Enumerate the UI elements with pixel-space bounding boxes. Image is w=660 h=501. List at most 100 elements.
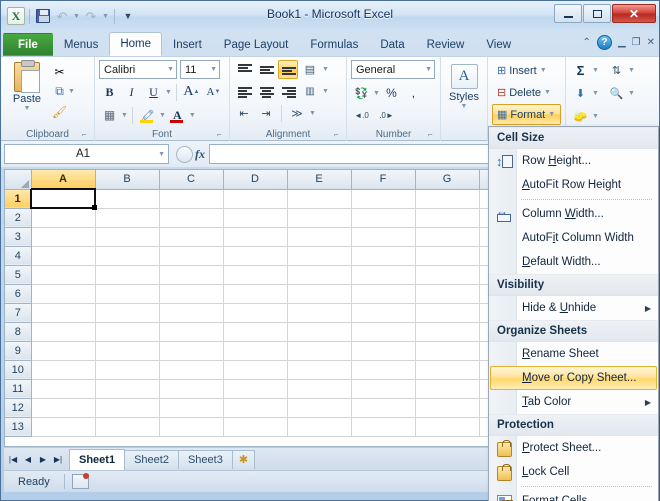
sheet-tab-sheet2[interactable]: Sheet2 — [124, 449, 179, 469]
menu-item-lock-cell[interactable]: Lock Cell — [489, 460, 658, 484]
tab-file[interactable]: File — [3, 33, 53, 56]
font-name-combo[interactable]: Calibri ▼ — [99, 60, 177, 79]
cell-D4[interactable] — [223, 246, 288, 266]
borders-dropdown-icon[interactable]: ▼ — [121, 112, 128, 119]
cell-D13[interactable] — [223, 417, 288, 437]
cell-A1[interactable] — [30, 188, 98, 211]
fill-icon[interactable]: ⬇ — [570, 83, 591, 103]
italic-button[interactable]: I — [121, 82, 142, 102]
cell-B4[interactable] — [95, 246, 160, 266]
font-color-dropdown-icon[interactable]: ▼ — [189, 112, 196, 119]
column-header-a[interactable]: A — [31, 170, 96, 190]
last-sheet-icon[interactable]: ▶| — [51, 451, 65, 467]
menu-item-rename-sheet[interactable]: Rename Sheet — [489, 342, 658, 366]
cell-A11[interactable] — [31, 379, 96, 399]
cell-G10[interactable] — [415, 360, 480, 380]
wrap-text-icon[interactable]: ≫ — [287, 104, 307, 123]
number-format-combo[interactable]: General ▼ — [351, 60, 435, 79]
orientation-icon[interactable]: ▤ — [300, 60, 320, 79]
help-icon[interactable]: ? — [596, 35, 612, 50]
styles-dropdown-icon[interactable]: ▼ — [461, 103, 468, 110]
doc-close-icon[interactable]: ✕ — [647, 37, 655, 48]
cell-B9[interactable] — [95, 341, 160, 361]
accounting-number-format-icon[interactable]: 💱 — [351, 83, 372, 103]
cell-E2[interactable] — [287, 208, 352, 228]
cell-G13[interactable] — [415, 417, 480, 437]
cell-A13[interactable] — [31, 417, 96, 437]
menu-item-protect-sheet[interactable]: Protect Sheet... — [489, 436, 658, 460]
menu-item-autofit-column-width[interactable]: AutoFit Column Width — [489, 226, 658, 250]
cell-A6[interactable] — [31, 284, 96, 304]
cell-D9[interactable] — [223, 341, 288, 361]
column-header-f[interactable]: F — [351, 170, 416, 190]
cell-B10[interactable] — [95, 360, 160, 380]
middle-align-icon[interactable] — [256, 60, 276, 79]
fill-dropdown-icon[interactable]: ▼ — [592, 90, 599, 97]
doc-restore-icon[interactable]: ❐ — [632, 37, 641, 48]
cut-icon[interactable]: ✂ — [51, 63, 68, 80]
number-format-dropdown-icon[interactable]: ▼ — [425, 66, 432, 73]
decrease-decimal-icon[interactable]: .0► — [376, 105, 397, 125]
merge-and-center-icon[interactable]: ▥ — [300, 82, 320, 101]
tab-data[interactable]: Data — [369, 34, 415, 56]
row-header-11[interactable]: 11 — [5, 379, 32, 399]
minimize-ribbon-icon[interactable]: ⌃ — [583, 37, 591, 48]
fill-color-icon[interactable]: 🖍 — [137, 105, 158, 125]
row-header-5[interactable]: 5 — [5, 265, 32, 285]
cell-D1[interactable] — [223, 189, 288, 209]
cell-D10[interactable] — [223, 360, 288, 380]
next-sheet-icon[interactable]: ▶ — [36, 451, 50, 467]
cell-G12[interactable] — [415, 398, 480, 418]
bold-button[interactable]: B — [99, 82, 120, 102]
sheet-tab-sheet1[interactable]: Sheet1 — [69, 448, 126, 470]
top-align-icon[interactable] — [234, 60, 254, 79]
cell-C9[interactable] — [159, 341, 224, 361]
cell-B11[interactable] — [95, 379, 160, 399]
cell-E13[interactable] — [287, 417, 352, 437]
font-color-icon[interactable]: A — [167, 105, 188, 125]
font-dialog-launcher[interactable]: ⌐ — [217, 130, 226, 139]
format-painter-icon[interactable]: 🖌 — [51, 103, 68, 120]
cell-E9[interactable] — [287, 341, 352, 361]
autosum-dropdown-icon[interactable]: ▼ — [592, 67, 599, 74]
percent-style-icon[interactable]: % — [381, 83, 402, 103]
menu-item-row-height[interactable]: ↕ Row Height... — [489, 149, 658, 173]
menu-item-format-cells[interactable]: Format Cells... — [489, 489, 658, 501]
menu-item-move-or-copy-sheet[interactable]: Move or Copy Sheet... — [490, 366, 657, 390]
insert-cells-button[interactable]: ⊞ Insert ▼ — [492, 60, 561, 81]
clear-icon[interactable]: 🧽 — [570, 106, 591, 126]
bottom-align-icon[interactable] — [278, 60, 298, 79]
cell-F6[interactable] — [351, 284, 416, 304]
cell-B5[interactable] — [95, 265, 160, 285]
grow-font-icon[interactable]: A ▲ — [181, 82, 202, 102]
cell-C6[interactable] — [159, 284, 224, 304]
column-header-b[interactable]: B — [95, 170, 160, 190]
cell-B3[interactable] — [95, 227, 160, 247]
first-sheet-icon[interactable]: |◀ — [6, 451, 20, 467]
alignment-dialog-launcher[interactable]: ⌐ — [334, 130, 343, 139]
row-header-1[interactable]: 1 — [5, 189, 32, 209]
doc-minimize-icon[interactable]: ▁ — [618, 37, 626, 48]
menu-item-tab-color[interactable]: Tab Color ▶ — [489, 390, 658, 414]
align-right-icon[interactable] — [278, 82, 298, 101]
name-box[interactable]: A1 ▼ — [4, 144, 169, 164]
tab-home[interactable]: Home — [109, 32, 163, 56]
cell-B2[interactable] — [95, 208, 160, 228]
cell-D7[interactable] — [223, 303, 288, 323]
name-box-dropdown-icon[interactable]: ▼ — [158, 151, 165, 158]
cell-F4[interactable] — [351, 246, 416, 266]
clipboard-dialog-launcher[interactable]: ⌐ — [82, 130, 91, 139]
cell-C7[interactable] — [159, 303, 224, 323]
tab-review[interactable]: Review — [416, 34, 476, 56]
cell-A10[interactable] — [31, 360, 96, 380]
row-header-12[interactable]: 12 — [5, 398, 32, 418]
increase-indent-icon[interactable]: ⇥ — [256, 104, 276, 123]
row-header-2[interactable]: 2 — [5, 208, 32, 228]
cell-A12[interactable] — [31, 398, 96, 418]
cell-G7[interactable] — [415, 303, 480, 323]
autosum-icon[interactable]: Σ — [570, 60, 591, 80]
row-header-10[interactable]: 10 — [5, 360, 32, 380]
cell-F11[interactable] — [351, 379, 416, 399]
insert-dropdown-icon[interactable]: ▼ — [540, 67, 547, 74]
accounting-dropdown-icon[interactable]: ▼ — [373, 90, 380, 97]
